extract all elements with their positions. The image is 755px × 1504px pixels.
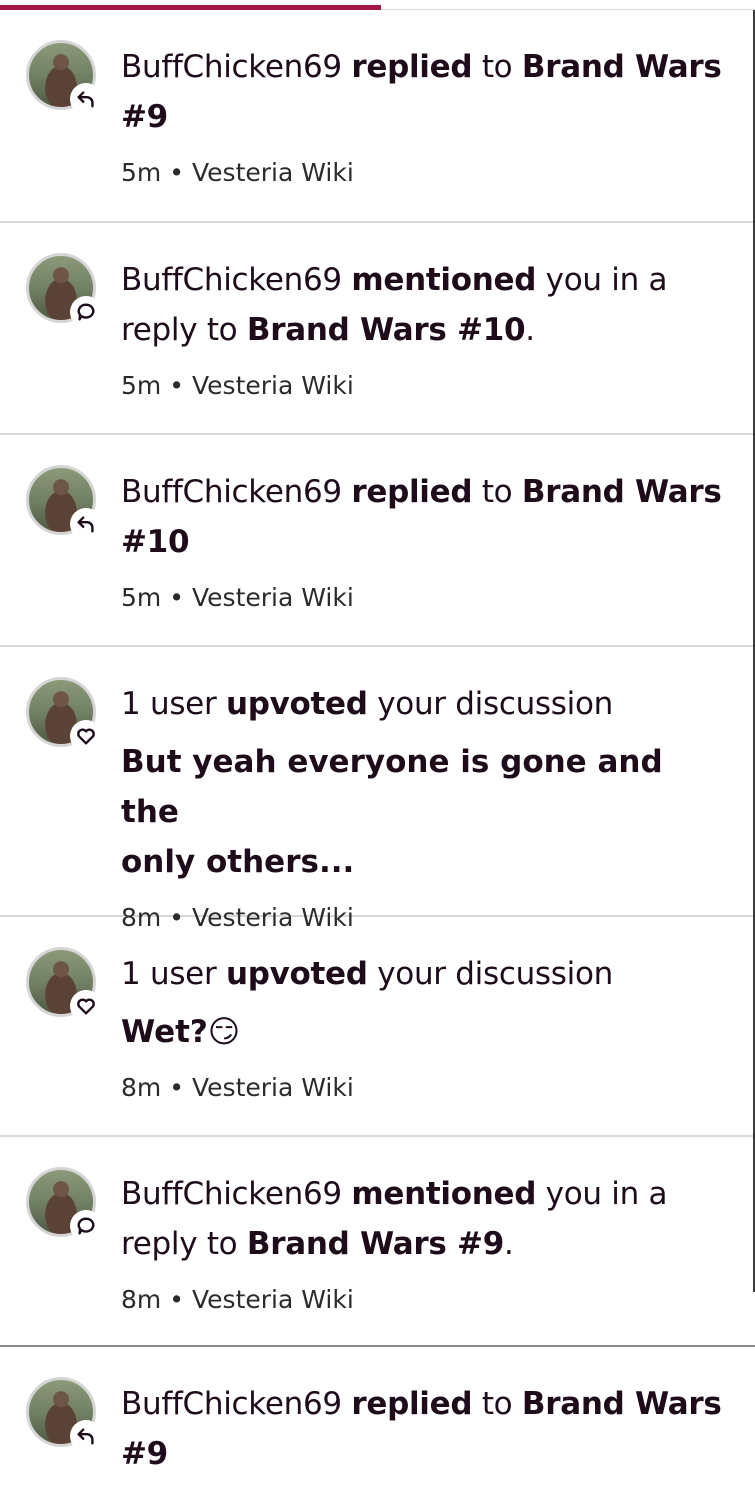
wiki-name: Vesteria Wiki	[192, 1073, 354, 1102]
notification-item[interactable]: 1 user upvoted your discussion Wet?😏 8m •…	[0, 917, 753, 1137]
notification-text: BuffChicken69 replied to Brand Wars	[121, 474, 722, 510]
reply-icon	[70, 508, 102, 540]
notification-item[interactable]: 1 user upvoted your discussion But yeah …	[0, 647, 753, 932]
notification-item[interactable]: BuffChicken69 replied to Brand Wars #9	[0, 1347, 755, 1504]
notification-meta: 8m • Vesteria Wiki	[121, 1285, 354, 1314]
timestamp: 5m	[121, 583, 162, 612]
notification-meta: 5m • Vesteria Wiki	[121, 583, 354, 612]
wiki-name: Vesteria Wiki	[192, 158, 354, 187]
timestamp: 5m	[121, 371, 162, 400]
heart-icon	[70, 720, 102, 752]
heart-icon	[70, 990, 102, 1022]
notification-item[interactable]: BuffChicken69 mentioned you in a reply t…	[0, 223, 753, 435]
comment-icon	[70, 1210, 102, 1242]
notification-item[interactable]: BuffChicken69 mentioned you in a reply t…	[0, 1137, 753, 1314]
notification-text: BuffChicken69 replied to Brand Wars	[121, 1386, 722, 1422]
wiki-name: Vesteria Wiki	[192, 1285, 354, 1314]
notification-meta: 8m • Vesteria Wiki	[121, 1073, 354, 1102]
notification-text-cont: reply to Brand Wars #9.	[121, 1226, 514, 1262]
wiki-name: Vesteria Wiki	[192, 583, 354, 612]
notifications-panel: BuffChicken69 replied to Brand Wars #9 5…	[0, 10, 755, 1314]
reply-icon	[70, 1420, 102, 1452]
loading-progress-bar	[0, 0, 755, 10]
notification-text: 1 user upvoted your discussion	[121, 686, 613, 722]
timestamp: 8m	[121, 1073, 162, 1102]
notification-text-cont: #10	[121, 524, 190, 560]
notification-text-cont: #9	[121, 1436, 168, 1472]
notification-text-cont: reply to Brand Wars #10.	[121, 312, 535, 348]
discussion-title-cont: only others...	[121, 844, 355, 880]
comment-icon	[70, 296, 102, 328]
discussion-title: But yeah everyone is gone and the	[121, 744, 663, 830]
timestamp: 5m	[121, 158, 162, 187]
notification-text: BuffChicken69 replied to Brand Wars	[121, 49, 722, 85]
notification-meta: 5m • Vesteria Wiki	[121, 371, 354, 400]
discussion-title: Wet?😏	[121, 1014, 241, 1050]
notification-text: BuffChicken69 mentioned you in a	[121, 262, 668, 298]
notification-text: 1 user upvoted your discussion	[121, 956, 613, 992]
notification-text: BuffChicken69 mentioned you in a	[121, 1176, 668, 1212]
reply-icon	[70, 83, 102, 115]
timestamp: 8m	[121, 1285, 162, 1314]
notification-meta: 5m • Vesteria Wiki	[121, 158, 354, 187]
notification-item[interactable]: BuffChicken69 replied to Brand Wars #9 5…	[0, 10, 753, 223]
notification-item-partial: BuffChicken69 replied to Brand Wars #9	[0, 1347, 755, 1504]
notification-text-cont: #9	[121, 99, 168, 135]
notification-item[interactable]: BuffChicken69 replied to Brand Wars #10 …	[0, 435, 753, 647]
wiki-name: Vesteria Wiki	[192, 371, 354, 400]
